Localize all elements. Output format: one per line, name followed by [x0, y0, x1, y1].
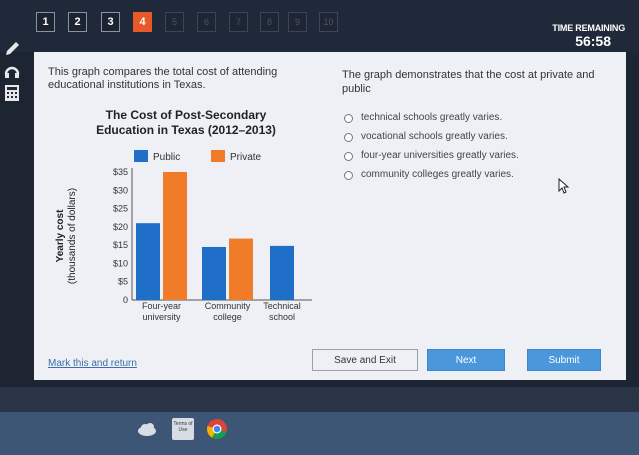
chart-title-line: Education in Texas (2012–2013)	[96, 123, 276, 137]
question-nav-item[interactable]: 8	[260, 12, 279, 32]
question-nav-item[interactable]: 5	[165, 12, 184, 32]
question-nav-item[interactable]: 1	[36, 12, 55, 32]
y-tick-label: $10	[113, 258, 128, 268]
answer-option[interactable]: vocational schools greatly varies.	[344, 131, 604, 146]
terms-of-use-icon[interactable]: Terms of Use	[172, 418, 194, 440]
next-button[interactable]: Next	[427, 349, 505, 371]
x-tick-label: college	[213, 312, 242, 322]
y-tick-label: $5	[118, 277, 128, 287]
left-toolbar	[0, 40, 24, 110]
passage-text: This graph compares the total cost of at…	[48, 66, 278, 91]
bar	[270, 245, 294, 300]
chrome-icon[interactable]	[206, 418, 228, 440]
question-panel: This graph compares the total cost of at…	[34, 52, 626, 380]
y-tick-label: 0	[123, 295, 128, 305]
question-nav-item[interactable]: 6	[197, 12, 216, 32]
y-axis-sublabel: (thousands of dollars)	[67, 188, 78, 284]
top-bar: 1 2 3 4 5 6 7 8 9 10 TIME REMAINING 56:58	[0, 0, 639, 52]
question-nav-item[interactable]: 7	[229, 12, 248, 32]
radio-button[interactable]	[344, 133, 353, 142]
radio-button[interactable]	[344, 114, 353, 123]
calculator-icon[interactable]	[3, 84, 21, 102]
y-tick-label: $20	[113, 222, 128, 232]
radio-button[interactable]	[344, 171, 353, 180]
x-tick-label: Community	[205, 301, 251, 311]
taskbar: Terms of Use	[0, 412, 639, 455]
answer-label: vocational schools greatly varies.	[361, 131, 508, 142]
x-tick-label: Four-year	[142, 301, 181, 311]
pencil-icon[interactable]	[3, 40, 21, 58]
legend-label: Public	[153, 152, 180, 163]
question-nav-item[interactable]: 9	[288, 12, 307, 32]
terms-of-use-label: Terms of Use	[173, 421, 193, 433]
question-nav-item[interactable]: 4	[133, 12, 152, 32]
question-nav-item[interactable]: 10	[319, 12, 338, 32]
submit-button[interactable]: Submit	[527, 349, 601, 371]
legend-swatch	[134, 150, 148, 162]
chart-title: The Cost of Post-Secondary Education in …	[78, 108, 294, 138]
y-axis-label: Yearly cost	[55, 209, 66, 262]
x-tick-label: Technical	[263, 301, 301, 311]
bar	[136, 223, 160, 300]
headphones-icon[interactable]	[3, 62, 21, 80]
mark-and-return-link[interactable]: Mark this and return	[48, 358, 137, 369]
bar	[229, 238, 253, 300]
cloud-icon[interactable]	[136, 418, 158, 440]
timer-value: 56:58	[575, 33, 611, 49]
desktop-band	[0, 387, 639, 412]
answer-label: technical schools greatly varies.	[361, 112, 503, 123]
x-tick-label: school	[269, 312, 295, 322]
question-text: The graph demonstrates that the cost at …	[342, 69, 595, 95]
answer-option[interactable]: four-year universities greatly varies.	[344, 150, 604, 165]
legend-label: Private	[230, 152, 262, 163]
y-tick-label: $25	[113, 204, 128, 214]
question-nav-item[interactable]: 2	[68, 12, 87, 32]
chart-title-line: The Cost of Post-Secondary	[105, 108, 267, 122]
y-tick-label: $35	[113, 167, 128, 177]
bar	[202, 246, 226, 300]
bar	[163, 172, 187, 300]
timer-label: TIME REMAINING	[552, 23, 625, 33]
answer-label: four-year universities greatly varies.	[361, 150, 519, 161]
y-tick-label: $30	[113, 185, 128, 195]
answer-option[interactable]: technical schools greatly varies.	[344, 112, 604, 127]
radio-button[interactable]	[344, 152, 353, 161]
mouse-cursor-icon	[558, 178, 570, 194]
question-nav-item[interactable]: 3	[101, 12, 120, 32]
legend-swatch	[211, 150, 225, 162]
bar-chart: Public Private Yearly cost (thousands of do…	[55, 150, 312, 322]
answer-label: community colleges greatly varies.	[361, 169, 514, 180]
x-tick-label: university	[142, 312, 181, 322]
y-tick-label: $15	[113, 240, 128, 250]
save-and-exit-button[interactable]: Save and Exit	[312, 349, 418, 371]
